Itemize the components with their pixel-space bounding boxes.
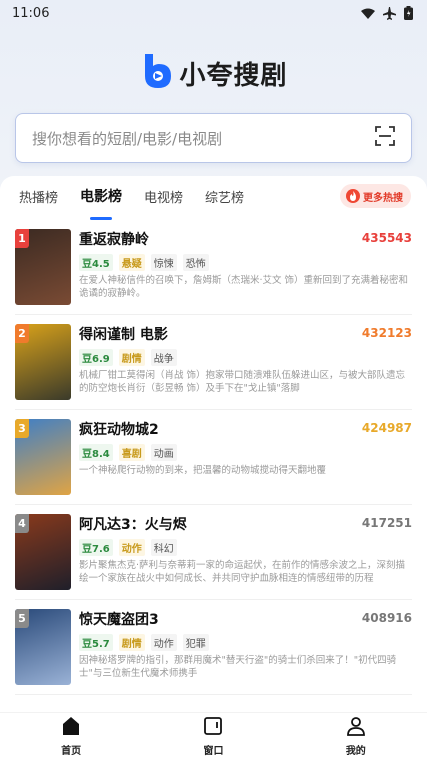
more-hot-search-button[interactable]: 更多热搜 [340, 184, 411, 208]
item-description: 影片聚焦杰克·萨利与奈蒂莉一家的命运起伏，在前作的情感余波之上，深刻描绘一个家族… [79, 560, 406, 584]
poster-image[interactable]: 1 [15, 229, 71, 305]
tab-movie[interactable]: 电影榜 [80, 186, 122, 206]
list-item[interactable]: 4 阿凡达3：火与烬 417251 豆7.6 动作 科幻影片聚焦杰克·萨利与奈蒂莉一家的命… [15, 505, 412, 600]
genre-tag: 悬疑 [118, 254, 145, 271]
item-meta: 豆4.5 悬疑 惊悚 恐怖 [79, 254, 209, 271]
nav-mine-label: 我的 [345, 745, 366, 757]
ranking-panel: 热播榜 电影榜 电视榜 综艺榜 更多热搜 1 重返寂静岭 435543 豆4.5 悬疑惊… [0, 176, 427, 716]
douban-score: 豆8.4 [79, 444, 113, 461]
douban-score: 豆4.5 [79, 254, 113, 271]
status-bar: 11:06 [0, 0, 427, 26]
category-tag: 战争 [150, 349, 177, 366]
item-description: 因神秘塔罗牌的指引，那群用魔术"替天行盗"的骑士们杀回来了！"初代四骑士"与三位… [79, 655, 397, 679]
poster-image[interactable]: 2 [15, 324, 71, 400]
status-icons [361, 6, 413, 20]
flame-icon [346, 189, 360, 203]
category-tag: 恐怖 [182, 254, 209, 271]
item-meta: 豆5.7 剧情 动作 犯罪 [79, 634, 209, 651]
genre-tag: 喜剧 [118, 444, 145, 461]
hot-value: 408916 [361, 611, 412, 625]
user-icon [346, 716, 366, 740]
nav-window-label: 窗口 [203, 745, 224, 757]
tab-hot-play[interactable]: 热播榜 [19, 187, 58, 206]
list-item[interactable]: 1 重返寂静岭 435543 豆4.5 悬疑 惊悚 恐怖在爱人神秘信件的召唤下，詹姆斯（杰瑞… [15, 220, 412, 315]
item-description: 在爱人神秘信件的召唤下，詹姆斯（杰瑞米·艾文 饰）重新回到了充满着秘密和诡谲的寂… [79, 275, 409, 299]
douban-score: 豆6.9 [79, 349, 113, 366]
nav-window[interactable]: 窗口 [173, 716, 253, 757]
item-title[interactable]: 重返寂静岭 [79, 229, 149, 249]
search-placeholder: 搜你想看的短剧/电影/电视剧 [32, 129, 223, 148]
wifi-icon [361, 8, 375, 19]
poster-image[interactable]: 5 [15, 609, 71, 685]
nav-home-label: 首页 [61, 745, 82, 757]
item-title[interactable]: 阿凡达3：火与烬 [79, 514, 187, 534]
app-logo: 小夸搜剧 [0, 50, 427, 96]
category-tag: 动作 [150, 634, 177, 651]
ranking-list: 1 重返寂静岭 435543 豆4.5 悬疑 惊悚 恐怖在爱人神秘信件的召唤下，詹姆斯（杰瑞… [0, 220, 427, 695]
item-meta: 豆7.6 动作 科幻 [79, 539, 177, 556]
nav-home[interactable]: 首页 [31, 716, 111, 757]
item-meta: 豆8.4 喜剧 动画 [79, 444, 177, 461]
item-title[interactable]: 疯狂动物城2 [79, 419, 159, 439]
window-icon [203, 716, 223, 740]
rank-badge: 2 [15, 324, 29, 343]
search-input[interactable]: 搜你想看的短剧/电影/电视剧 [15, 113, 412, 163]
genre-tag: 动作 [118, 539, 145, 556]
status-time: 11:06 [12, 5, 50, 21]
bottom-nav: 首页 窗口 我的 [0, 712, 427, 759]
app-name: 小夸搜剧 [179, 60, 288, 91]
hot-value: 424987 [361, 421, 412, 435]
list-item[interactable]: 2 得闲谨制 电影 432123 豆6.9 剧情 战争机械厂钳工莫得闲（肖战 饰）抱家带口… [15, 315, 412, 410]
item-meta: 豆6.9 剧情 战争 [79, 349, 177, 366]
item-title[interactable]: 得闲谨制 电影 [79, 324, 168, 344]
douban-score: 豆7.6 [79, 539, 113, 556]
category-tag: 科幻 [150, 539, 177, 556]
airplane-icon [383, 6, 396, 20]
genre-tag: 剧情 [118, 634, 145, 651]
list-item[interactable]: 5 惊天魔盗团3 408916 豆5.7 剧情 动作 犯罪因神秘塔罗牌的指引，那群用魔术"替… [15, 600, 412, 695]
home-icon [61, 716, 81, 740]
douban-score: 豆5.7 [79, 634, 113, 651]
scan-icon[interactable] [375, 126, 395, 150]
nav-mine[interactable]: 我的 [316, 716, 396, 757]
list-item[interactable]: 3 疯狂动物城2 424987 豆8.4 喜剧 动画一个神秘爬行动物的到来，把温馨的动物城… [15, 410, 412, 505]
hot-value: 417251 [361, 516, 412, 530]
poster-image[interactable]: 3 [15, 419, 71, 495]
rank-badge: 1 [15, 229, 29, 248]
rank-badge: 3 [15, 419, 29, 438]
category-tag: 惊悚 [150, 254, 177, 271]
item-description: 一个神秘爬行动物的到来，把温馨的动物城搅动得天翻地覆 [79, 465, 327, 476]
battery-icon [404, 6, 413, 20]
poster-image[interactable]: 4 [15, 514, 71, 590]
item-title[interactable]: 惊天魔盗团3 [79, 609, 159, 629]
item-description: 机械厂钳工莫得闲（肖战 饰）抱家带口随溃难队伍躲进山区，与被大部队遗忘的防空炮长… [79, 370, 406, 394]
genre-tag: 剧情 [118, 349, 145, 366]
rank-badge: 4 [15, 514, 29, 533]
rank-badge: 5 [15, 609, 29, 628]
category-tag: 犯罪 [182, 634, 209, 651]
tab-variety[interactable]: 综艺榜 [205, 187, 244, 206]
hot-value: 432123 [361, 326, 412, 340]
ranking-tabs: 热播榜 电影榜 电视榜 综艺榜 更多热搜 [0, 176, 427, 216]
hot-value: 435543 [361, 231, 412, 245]
category-tag: 动画 [150, 444, 177, 461]
more-hot-search-label: 更多热搜 [363, 192, 403, 204]
tab-tv[interactable]: 电视榜 [144, 187, 183, 206]
logo-icon [139, 52, 173, 94]
